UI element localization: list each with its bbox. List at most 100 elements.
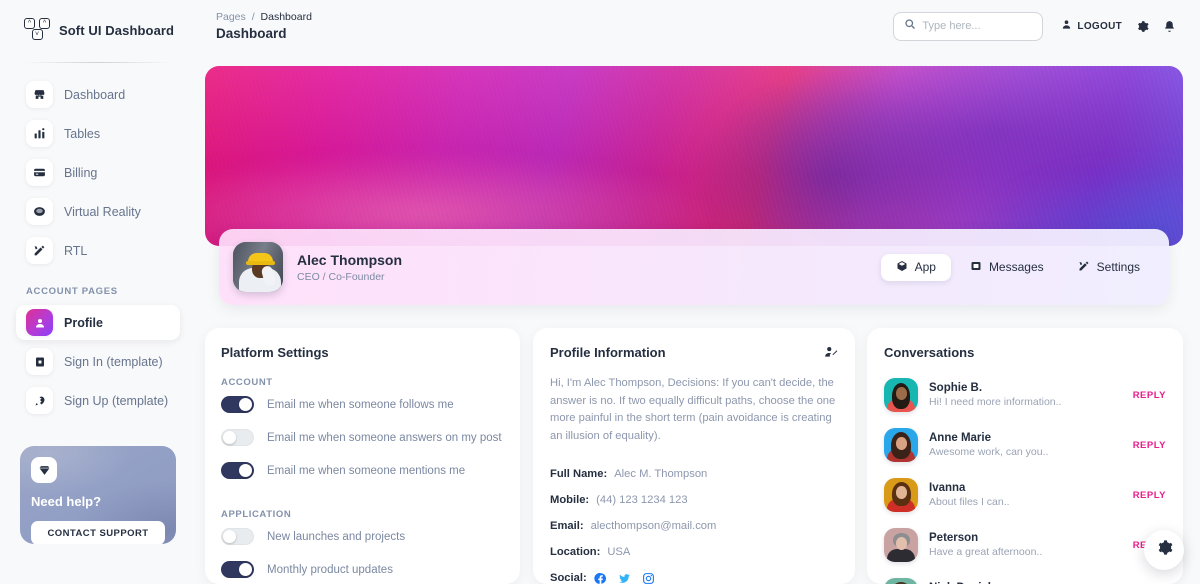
application-section-label: APPLICATION [221, 509, 292, 520]
social-links [594, 572, 655, 584]
brand[interactable]: ^ ^ ˅ Soft UI Dashboard [16, 0, 180, 60]
sidebar-item-label: Sign In (template) [64, 354, 163, 369]
page-title: Dashboard [216, 26, 287, 42]
list-item[interactable]: Ivanna About files I can.. REPLY [884, 470, 1166, 520]
contact-support-button[interactable]: CONTACT SUPPORT [31, 521, 165, 544]
conversations-card: Conversations Sophie B. Hi! I need more … [867, 328, 1183, 584]
profile-role: CEO / Co-Founder [297, 270, 385, 283]
reply-button[interactable]: REPLY [1133, 490, 1166, 501]
sidebar-item-label: RTL [64, 243, 88, 258]
message-icon [970, 260, 982, 275]
setting-label: Email me when someone mentions me [267, 464, 466, 477]
facebook-icon[interactable] [594, 572, 607, 584]
field-full-name: Full Name: Alec M. Thompson [550, 468, 838, 480]
search-icon [904, 17, 916, 35]
conversations-title: Conversations [884, 345, 975, 360]
reply-button[interactable]: REPLY [1133, 390, 1166, 401]
field-social: Social: [550, 572, 838, 584]
breadcrumb-current: Dashboard [260, 10, 312, 23]
sidebar-item-sign-in[interactable]: Sign In (template) [16, 344, 180, 379]
field-email: Email: alecthompson@mail.com [550, 520, 838, 532]
list-item[interactable]: Peterson Have a great afternoon.. REPLY [884, 520, 1166, 570]
sidebar-item-sign-up[interactable]: Sign Up (template) [16, 383, 180, 418]
sidebar-item-virtual-reality[interactable]: Virtual Reality [16, 194, 180, 229]
toggle-new-launches[interactable] [221, 528, 254, 545]
tab-settings[interactable]: Settings [1063, 254, 1155, 281]
toggle-email-answers[interactable] [221, 429, 254, 446]
field-value: alecthompson@mail.com [590, 519, 717, 532]
profile-fields: Full Name: Alec M. Thompson Mobile: (44)… [550, 468, 838, 584]
tab-messages[interactable]: Messages [955, 254, 1059, 281]
sidebar-item-billing[interactable]: Billing [16, 155, 180, 190]
user-icon [1061, 17, 1072, 35]
contact-name: Anne Marie [929, 432, 991, 444]
logout-button[interactable]: LOGOUT [1061, 17, 1122, 35]
sidebar-item-label: Billing [64, 165, 98, 180]
need-help-title: Need help? [31, 494, 102, 509]
avatar [884, 428, 918, 462]
reply-button[interactable]: REPLY [1133, 440, 1166, 451]
sidebar-item-label: Sign Up (template) [64, 393, 169, 408]
toggle-email-follows[interactable] [221, 396, 254, 413]
search-input[interactable] [922, 20, 1033, 32]
app-root: ^ ^ ˅ Soft UI Dashboard Dashboard Tables… [0, 0, 1200, 584]
toggle-monthly-updates[interactable] [221, 561, 254, 578]
top-navbar: Pages / Dashboard Dashboard LOGOUT [196, 0, 1200, 52]
tab-app[interactable]: App [880, 253, 951, 281]
bell-icon[interactable] [1163, 20, 1176, 33]
contact-name: Peterson [929, 532, 979, 544]
brand-name: Soft UI Dashboard [59, 22, 175, 38]
tools-icon [1078, 260, 1090, 275]
contact-message: Awesome work, can you.. [929, 446, 1049, 458]
sidebar-item-tables[interactable]: Tables [16, 116, 180, 151]
tools-icon [26, 237, 53, 264]
settings-fab-button[interactable] [1144, 530, 1184, 570]
sidebar-item-dashboard[interactable]: Dashboard [16, 77, 180, 112]
profile-information-header: Profile Information [550, 345, 838, 364]
sidebar-item-label: Tables [64, 126, 101, 141]
contact-name: Ivanna [929, 482, 966, 494]
profile-tabs: App Messages Settings [880, 253, 1155, 281]
breadcrumb-separator: / [251, 10, 255, 23]
setting-label: Email me when someone follows me [267, 398, 454, 411]
avatar[interactable] [233, 242, 283, 292]
vr-cushion-icon [26, 198, 53, 225]
need-help-card: Need help? CONTACT SUPPORT [20, 446, 176, 544]
setting-row: Email me when someone mentions me [221, 454, 504, 487]
field-key: Location: [550, 545, 601, 558]
tab-label: Messages [988, 260, 1044, 274]
list-item[interactable]: Sophie B. Hi! I need more information.. … [884, 370, 1166, 420]
list-item[interactable]: Nick Daniel Hi! I need more information.… [884, 570, 1166, 584]
field-value: Alec M. Thompson [614, 467, 708, 480]
contact-message: Hi! I need more information.. [929, 396, 1062, 408]
sidebar: ^ ^ ˅ Soft UI Dashboard Dashboard Tables… [0, 0, 196, 584]
setting-row: Email me when someone follows me [221, 388, 504, 421]
platform-settings-title: Platform Settings [221, 345, 329, 360]
credit-card-icon [26, 159, 53, 186]
user-edit-icon[interactable] [824, 345, 838, 364]
field-value: USA [607, 545, 631, 558]
hero-banner [205, 66, 1183, 246]
rocket-icon [26, 387, 53, 414]
setting-row: Monthly product updates [221, 553, 504, 584]
contact-message: About files I can.. [929, 496, 1010, 508]
list-item[interactable]: Anne Marie Awesome work, can you.. REPLY [884, 420, 1166, 470]
tab-label: App [914, 260, 936, 274]
cube-icon [896, 260, 908, 275]
instagram-icon[interactable] [642, 572, 655, 584]
avatar [884, 478, 918, 512]
field-key: Mobile: [550, 493, 590, 506]
tab-label: Settings [1096, 260, 1140, 274]
toggle-email-mentions[interactable] [221, 462, 254, 479]
sidebar-item-profile[interactable]: Profile [16, 305, 180, 340]
gear-icon[interactable] [1136, 20, 1149, 33]
breadcrumb: Pages / Dashboard Dashboard [216, 11, 893, 42]
search-box[interactable] [893, 11, 1044, 41]
profile-information-card: Profile Information Hi, I'm Alec Thompso… [533, 328, 855, 584]
profile-header-card: Alec Thompson CEO / Co-Founder App Messa… [219, 229, 1169, 305]
breadcrumb-root[interactable]: Pages [216, 11, 246, 23]
field-key: Email: [550, 519, 584, 532]
sidebar-item-label: Virtual Reality [64, 204, 141, 219]
twitter-icon[interactable] [618, 572, 631, 584]
sidebar-item-rtl[interactable]: RTL [16, 233, 180, 268]
